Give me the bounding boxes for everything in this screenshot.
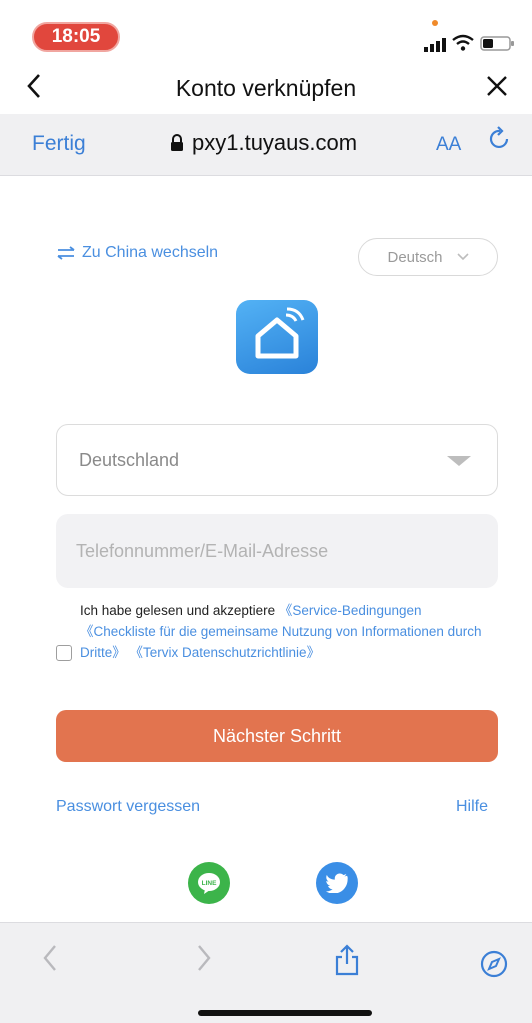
close-icon — [487, 76, 507, 96]
twitter-login-button[interactable] — [316, 862, 358, 904]
phone-email-input[interactable] — [56, 514, 498, 588]
close-button[interactable] — [486, 68, 508, 105]
compass-icon — [480, 950, 508, 978]
chevron-down-icon — [456, 253, 469, 261]
terms-prefix: Ich habe gelesen und akzeptiere — [80, 603, 279, 618]
bottom-toolbar — [0, 922, 532, 1023]
line-login-button[interactable]: LINE — [188, 862, 230, 904]
smart-home-icon — [255, 307, 305, 359]
lock-icon — [171, 134, 183, 151]
switch-region-label: Zu China wechseln — [82, 244, 219, 261]
country-value: Deutschland — [79, 449, 180, 470]
page-title: Konto verknüpfen — [175, 75, 357, 101]
app-logo — [236, 300, 318, 374]
wifi-icon — [452, 34, 474, 51]
share-icon — [335, 944, 359, 976]
caret-down-icon — [447, 456, 471, 466]
url-text: pxy1.tuyaus.com — [192, 130, 358, 155]
browser-back-button[interactable] — [42, 944, 58, 980]
chevron-left-icon — [43, 945, 56, 971]
terms-text: Ich habe gelesen und akzeptiere 《Service… — [80, 600, 500, 663]
status-time: 18:05 — [32, 22, 120, 52]
chevron-right-icon — [198, 945, 211, 971]
terms-checkbox[interactable] — [56, 645, 72, 661]
reload-button[interactable] — [488, 124, 512, 157]
home-indicator — [198, 1010, 372, 1016]
chevron-left-icon — [27, 74, 40, 98]
back-button[interactable] — [26, 70, 42, 107]
signal-icon — [424, 36, 446, 52]
share-button[interactable] — [334, 944, 360, 981]
forgot-password-link[interactable]: Passwort vergessen — [56, 798, 200, 816]
swap-arrows-icon — [57, 246, 75, 260]
text-size-button[interactable]: AA — [436, 134, 461, 156]
next-step-button[interactable]: Nächster Schritt — [56, 710, 498, 762]
language-value: Deutsch — [387, 248, 443, 266]
done-button[interactable]: Fertig — [32, 132, 86, 156]
url-bar[interactable]: pxy1.tuyaus.com — [170, 130, 357, 156]
line-label: LINE — [202, 880, 217, 887]
status-icons — [424, 22, 524, 52]
help-link[interactable]: Hilfe — [456, 798, 488, 816]
reload-icon — [489, 126, 509, 148]
browser-forward-button[interactable] — [196, 944, 212, 980]
switch-region-link[interactable]: Zu China wechseln — [56, 244, 218, 262]
safari-compass-button[interactable] — [480, 950, 508, 983]
country-select[interactable]: Deutschland — [56, 424, 498, 496]
battery-icon — [480, 36, 514, 51]
line-icon: LINE — [198, 873, 220, 894]
language-select[interactable]: Deutsch — [358, 238, 498, 276]
twitter-bird-icon — [325, 873, 348, 893]
